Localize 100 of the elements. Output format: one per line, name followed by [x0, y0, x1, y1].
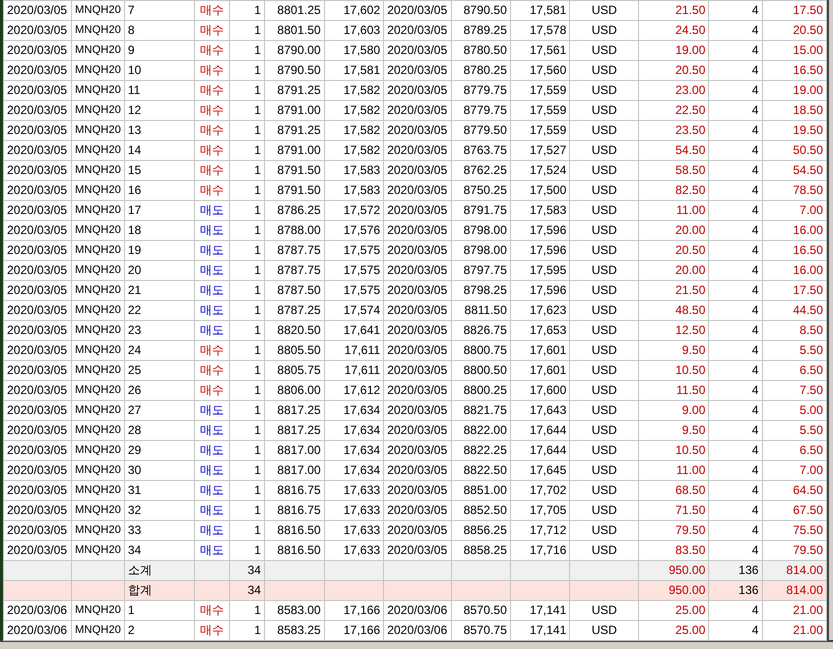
table-cell: 136 — [738, 563, 759, 577]
table-cell: 1 — [254, 383, 261, 397]
table-cell: 1 — [254, 603, 261, 617]
table-cell: 매수 — [200, 63, 224, 77]
table-cell: 2020/03/05 — [7, 243, 68, 257]
table-cell: 2020/03/05 — [7, 203, 68, 217]
table-cell: 19.50 — [792, 123, 823, 137]
table-cell: 1 — [254, 123, 261, 137]
table-cell: 2020/03/05 — [387, 243, 448, 257]
table-cell: 매수 — [200, 623, 224, 637]
table-cell: 17,141 — [530, 603, 566, 617]
table-cell: 21.00 — [792, 603, 823, 617]
table-cell: 2020/03/05 — [7, 63, 68, 77]
table-cell: 매도 — [200, 523, 224, 537]
table-cell: 67.50 — [792, 503, 823, 517]
table-cell: 2020/03/05 — [387, 203, 448, 217]
table-cell: 2020/03/05 — [7, 443, 68, 457]
table-cell: 2 — [128, 623, 134, 637]
table-cell: 83.50 — [675, 543, 706, 557]
table-cell: 18 — [128, 223, 142, 237]
table-cell: MNQH20 — [74, 324, 121, 336]
table-cell: 8816.75 — [277, 483, 321, 497]
table-cell: 2020/03/05 — [387, 103, 448, 117]
table-cell: 2020/03/05 — [387, 543, 448, 557]
table-cell: 17,612 — [343, 383, 380, 397]
table-cell: 매도 — [200, 403, 224, 417]
table-cell: 1 — [254, 183, 261, 197]
table-cell: 22.50 — [675, 103, 706, 117]
table-cell: 2020/03/05 — [387, 483, 448, 497]
table-cell: 2020/03/05 — [387, 183, 448, 197]
table-cell: 78.50 — [792, 183, 823, 197]
table-cell: 1 — [254, 83, 261, 97]
table-cell: 21.50 — [675, 3, 706, 17]
table-cell: USD — [592, 183, 617, 197]
table-cell: 17,559 — [530, 103, 566, 117]
table-cell: 1 — [254, 443, 261, 457]
table-cell: 48.50 — [675, 303, 706, 317]
table-cell: 10.50 — [675, 443, 706, 457]
table-cell: 814.00 — [786, 563, 823, 577]
table-cell: 매도 — [200, 503, 224, 517]
table-cell: 1 — [254, 23, 261, 37]
table-cell: 17,583 — [343, 183, 380, 197]
table-cell: 8806.00 — [277, 383, 321, 397]
table-cell: MNQH20 — [74, 544, 121, 556]
table-cell: 8790.50 — [464, 3, 507, 17]
table-cell: 매도 — [200, 323, 224, 337]
table-cell: 19 — [128, 243, 142, 257]
table-cell: 8798.00 — [464, 243, 507, 257]
table-cell: 23.50 — [675, 123, 706, 137]
table-cell: 합계 — [128, 583, 152, 597]
table-cell: 8816.50 — [277, 523, 321, 537]
table-cell: 9.00 — [682, 403, 706, 417]
table-cell: 매수 — [200, 123, 224, 137]
table-cell: USD — [592, 143, 617, 157]
table-cell: 17,560 — [530, 63, 566, 77]
table-cell: 8856.25 — [464, 523, 507, 537]
table-cell: 2020/03/05 — [7, 423, 68, 437]
table-cell: 2020/03/05 — [387, 23, 448, 37]
table-cell: 2020/03/05 — [387, 63, 448, 77]
table-cell: 8852.50 — [464, 503, 507, 517]
table-cell: 2020/03/05 — [387, 123, 448, 137]
table-cell: 매수 — [200, 103, 224, 117]
table-cell: 25.00 — [675, 603, 706, 617]
table-cell: MNQH20 — [74, 304, 121, 316]
table-cell: 4 — [752, 483, 759, 497]
table-cell: 17,581 — [530, 3, 566, 17]
table-cell: 23.00 — [675, 83, 706, 97]
table-cell: 2020/03/05 — [387, 283, 448, 297]
table-cell: MNQH20 — [74, 124, 121, 136]
table-cell: MNQH20 — [74, 404, 121, 416]
table-cell: 매수 — [200, 343, 224, 357]
table-cell: 17,601 — [530, 363, 566, 377]
table-cell: 2020/03/05 — [387, 263, 448, 277]
table-cell: 2020/03/05 — [7, 123, 68, 137]
table-cell: 21 — [128, 283, 142, 297]
table-cell: 26 — [128, 383, 142, 397]
table-cell: 4 — [752, 223, 759, 237]
table-cell: 2020/03/05 — [387, 443, 448, 457]
table-cell: MNQH20 — [74, 4, 121, 16]
table-cell: 매수 — [200, 363, 224, 377]
table-cell: 6.50 — [800, 443, 823, 457]
table-cell: 17.50 — [792, 283, 823, 297]
table-cell: 매수 — [200, 163, 224, 177]
table-cell: 1 — [254, 143, 261, 157]
table-cell: 29 — [128, 443, 142, 457]
table-cell: USD — [592, 83, 617, 97]
table-cell: 4 — [752, 523, 759, 537]
table-cell: 17,643 — [530, 403, 566, 417]
table-cell: 4 — [752, 123, 759, 137]
table-cell: 1 — [254, 243, 261, 257]
table-cell: 71.50 — [675, 503, 706, 517]
table-cell: 17,644 — [530, 423, 566, 437]
table-cell: 8800.75 — [464, 343, 507, 357]
table-cell: USD — [592, 303, 617, 317]
table-cell: 8583.00 — [277, 603, 321, 617]
table-cell: 2020/03/05 — [7, 403, 68, 417]
table-cell: MNQH20 — [74, 84, 121, 96]
table-cell: 2020/03/05 — [7, 83, 68, 97]
table-cell: 4 — [752, 283, 759, 297]
table-cell: 8791.25 — [277, 83, 321, 97]
